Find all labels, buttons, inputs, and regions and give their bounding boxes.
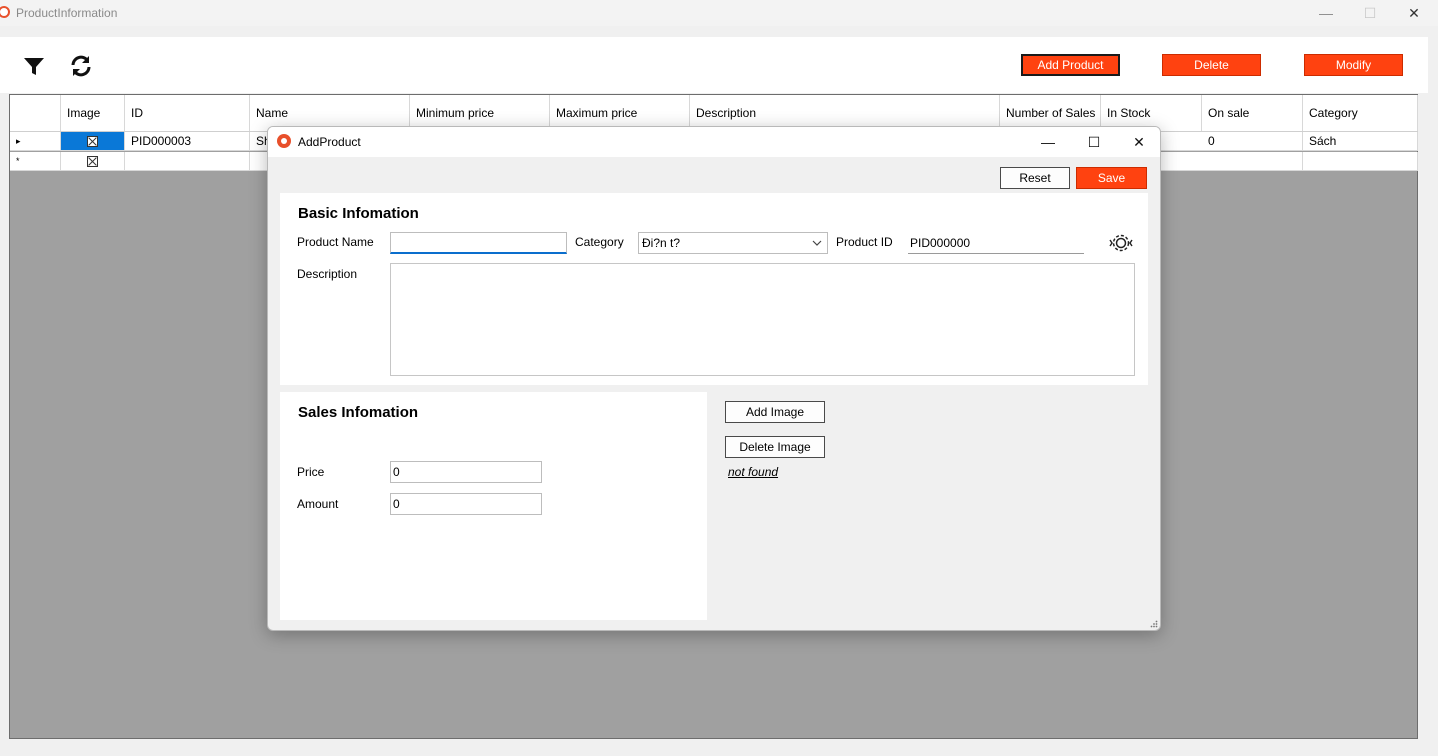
refresh-icon[interactable] <box>69 54 93 78</box>
category-label: Category <box>575 235 624 249</box>
category-select[interactable]: Đi?n t? <box>638 232 828 254</box>
dialog-app-icon <box>277 134 291 148</box>
category-selected-value: Đi?n t? <box>642 236 681 250</box>
image-cell[interactable] <box>61 152 125 170</box>
reset-button[interactable]: Reset <box>1000 167 1070 189</box>
dialog-minimize-button[interactable]: — <box>1025 127 1071 157</box>
delete-image-button[interactable]: Delete Image <box>725 436 825 458</box>
add-product-dialog: AddProduct — ☐ ✕ Reset Save Basic Infoma… <box>267 126 1161 631</box>
basic-info-panel: Basic Infomation Product Name Category Đ… <box>280 193 1148 385</box>
missing-image-icon <box>87 135 98 147</box>
delete-button[interactable]: Delete <box>1162 54 1261 76</box>
column-header-on-sale[interactable]: On sale <box>1202 95 1303 131</box>
dialog-titlebar: AddProduct — ☐ ✕ <box>268 127 1160 157</box>
product-name-input[interactable] <box>390 232 567 254</box>
basic-info-title: Basic Infomation <box>298 205 419 222</box>
save-button[interactable]: Save <box>1076 167 1147 189</box>
id-cell[interactable]: PID000003 <box>125 132 250 150</box>
sales-info-panel: Sales Infomation Price Amount <box>280 392 707 620</box>
toolbar: Add Product Delete Modify <box>0 37 1428 93</box>
image-status-link[interactable]: not found <box>728 465 778 479</box>
id-cell[interactable] <box>125 152 250 170</box>
row-header-corner <box>10 95 61 131</box>
generate-id-gear-icon[interactable] <box>1108 232 1134 254</box>
missing-image-icon <box>87 155 98 167</box>
main-titlebar: ProductInformation — ☐ ✕ <box>0 0 1438 26</box>
product-id-label: Product ID <box>836 235 893 249</box>
modify-button[interactable]: Modify <box>1304 54 1403 76</box>
price-label: Price <box>297 465 325 479</box>
sales-info-title: Sales Infomation <box>298 404 419 421</box>
amount-input[interactable] <box>390 493 542 515</box>
product-name-label: Product Name <box>297 235 374 249</box>
category-cell[interactable]: Sách <box>1303 132 1418 150</box>
filter-icon[interactable] <box>22 54 46 78</box>
app-icon <box>0 6 10 18</box>
description-textarea[interactable] <box>390 263 1135 376</box>
dialog-maximize-button[interactable]: ☐ <box>1071 127 1117 157</box>
column-header-id[interactable]: ID <box>125 95 250 131</box>
image-cell[interactable] <box>61 132 125 150</box>
row-marker: * <box>10 152 61 170</box>
add-product-button[interactable]: Add Product <box>1021 54 1120 76</box>
maximize-button[interactable]: ☐ <box>1348 0 1392 26</box>
chevron-down-icon <box>812 240 822 246</box>
minimize-button[interactable]: — <box>1304 0 1348 26</box>
description-label: Description <box>297 267 358 281</box>
dialog-close-button[interactable]: ✕ <box>1116 127 1160 157</box>
window-title: ProductInformation <box>16 6 118 20</box>
amount-label: Amount <box>297 497 339 511</box>
row-marker: ▸ <box>10 132 61 150</box>
resize-grip-icon[interactable] <box>1150 620 1158 628</box>
on-sale-cell[interactable] <box>1202 152 1303 170</box>
product-id-input[interactable] <box>908 232 1084 254</box>
column-header-image[interactable]: Image <box>61 95 125 131</box>
close-button[interactable]: ✕ <box>1392 0 1436 26</box>
column-header-category[interactable]: Category <box>1303 95 1418 131</box>
price-input[interactable] <box>390 461 542 483</box>
add-image-button[interactable]: Add Image <box>725 401 825 423</box>
on-sale-cell[interactable]: 0 <box>1202 132 1303 150</box>
category-cell[interactable] <box>1303 152 1418 170</box>
dialog-title: AddProduct <box>298 135 361 149</box>
